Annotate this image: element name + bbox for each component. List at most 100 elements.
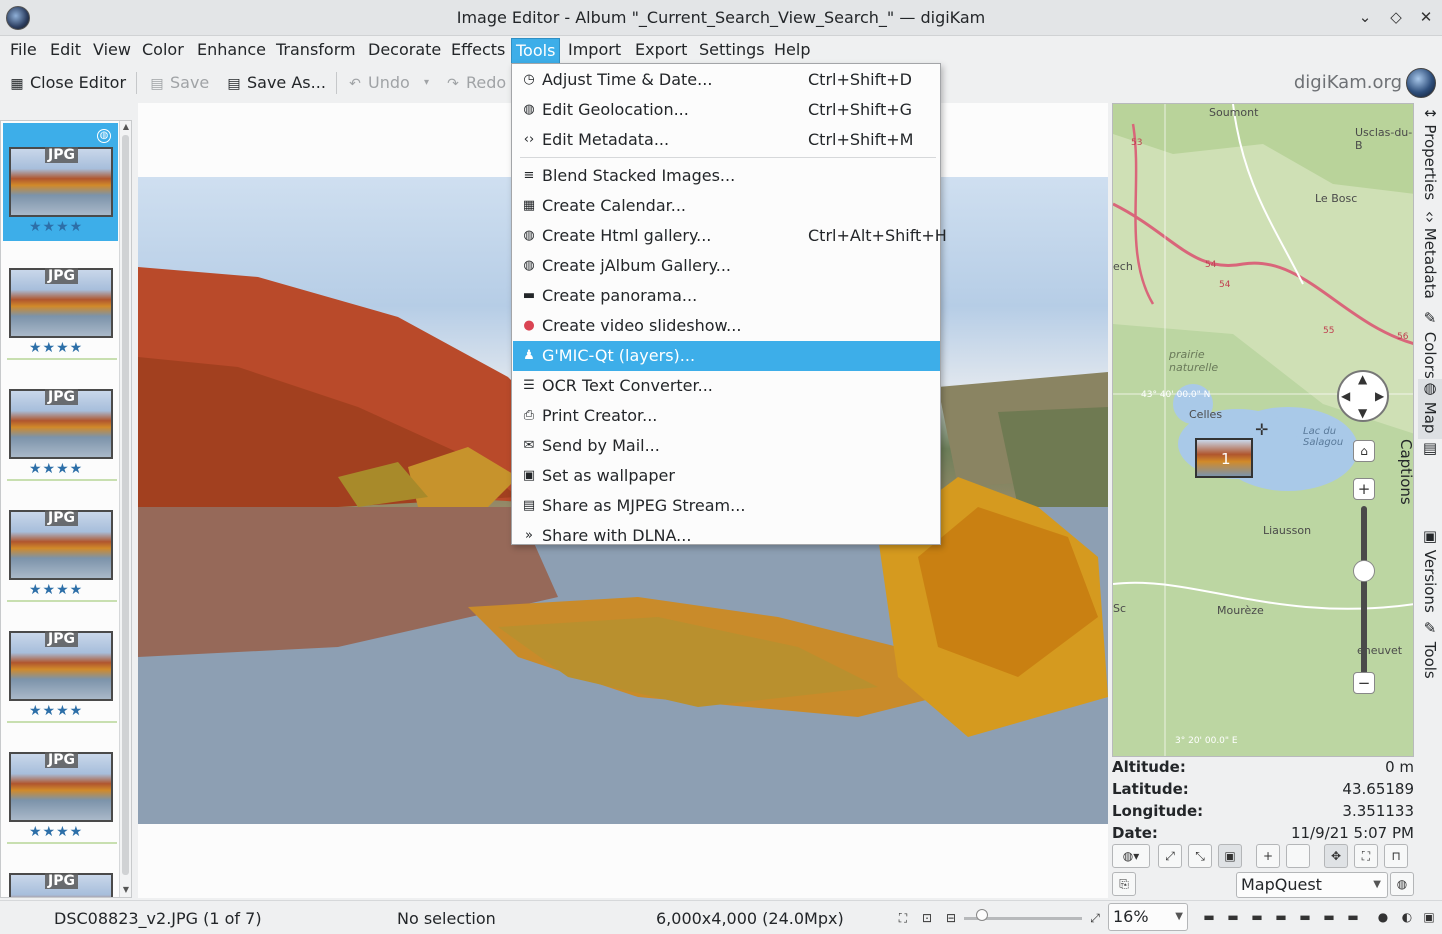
map-zoom-track[interactable] [1361,506,1367,676]
tools-menu-item[interactable]: ◷ Adjust Time & Date... Ctrl+Shift+D [513,65,940,95]
menu-file[interactable]: File [6,38,41,64]
view-mode-2-icon[interactable]: ▬ [1224,908,1242,926]
tools-menu-item[interactable]: ● Create video slideshow... [513,311,940,341]
digikam-logo-icon[interactable] [1406,68,1436,98]
photo-marker[interactable]: 1 [1195,438,1253,478]
lock-icon[interactable]: ⊓ [1384,844,1408,868]
rating-stars[interactable]: ★★★★ [29,340,83,356]
pan-right-icon[interactable]: ▶ [1375,389,1384,403]
tools-menu-item[interactable]: ▦ Create Calendar... [513,191,940,221]
map-home-icon[interactable]: ⌂ [1353,440,1375,462]
menu-color[interactable]: Color [138,38,188,64]
thumbnail-item[interactable]: JPG [3,849,118,897]
view-mode-4-icon[interactable]: ▬ [1272,908,1290,926]
map-zoom-in-button[interactable]: + [1353,478,1375,500]
rating-stars[interactable]: ★★★★ [29,703,83,719]
scrollbar-handle[interactable] [122,135,129,875]
tab-colors[interactable]: ✎ Colors [1418,309,1442,379]
rating-stars[interactable]: ★★★★ [29,824,83,840]
close-editor-button[interactable]: ▦ Close Editor [8,72,126,96]
add-marker-icon[interactable]: + [1256,844,1280,868]
color-managed-icon[interactable]: ▣ [1420,908,1438,926]
overexposure-icon[interactable]: ◐ [1398,908,1416,926]
tools-menu-popup[interactable]: ◷ Adjust Time & Date... Ctrl+Shift+D ◍ Edit … [511,63,947,545]
zoom-level-select[interactable]: 16% ▼ [1108,903,1188,931]
tools-menu-item[interactable]: ✉ Send by Mail... [513,431,940,461]
thumbnail-item[interactable]: JPG ★★★★ [3,607,118,725]
tools-menu-item[interactable]: ⎙ Print Creator... [513,401,940,431]
pan-down-icon[interactable]: ▼ [1358,406,1367,420]
menu-settings[interactable]: Settings [695,38,769,64]
maximize-icon[interactable]: ◇ [1387,8,1405,26]
menu-edit[interactable]: Edit [46,38,85,64]
tab-properties[interactable]: ↕ Properties [1418,107,1442,211]
rating-stars[interactable]: ★★★★ [29,582,83,598]
show-thumbnails-icon[interactable]: ▣ [1218,844,1242,868]
view-mode-6-icon[interactable]: ▬ [1320,908,1338,926]
tab-captions[interactable]: ▤ Captions [1397,439,1442,527]
redo-button[interactable]: ↷ Redo [444,72,506,96]
thumbnail-item[interactable]: JPG ★★★★ [3,486,118,604]
tab-versions[interactable]: ▣ Versions [1418,527,1442,619]
select-region-icon[interactable]: ⛶ [1354,844,1378,868]
scroll-down-icon[interactable]: ▼ [121,885,131,894]
pan-up-icon[interactable]: ▲ [1358,372,1367,386]
thumbnail-strip[interactable]: JPG ★★★★ ◍ JPG ★★★★ JPG ★★★★ JPG ★★★★ JPG ★★★★ JPG ★… [0,120,132,898]
menu-decorate[interactable]: Decorate [364,38,445,64]
underexposure-icon[interactable]: ● [1374,908,1392,926]
zoom-out-icon[interactable]: ⊟ [942,909,960,927]
map-source-select[interactable]: MapQuest ▼ [1236,872,1388,898]
menu-help[interactable]: Help [770,38,814,64]
tools-menu-item[interactable]: ◍ Create Html gallery... Ctrl+Alt+Shift+H [513,221,946,251]
menu-import[interactable]: Import [564,38,625,64]
save-as-button[interactable]: ▤ Save As... [225,72,326,96]
copy-coordinates-icon[interactable]: ⎘ [1112,872,1136,896]
blank-tool-icon[interactable] [1286,844,1310,868]
menu-tools[interactable]: Tools [511,38,561,64]
view-mode-3-icon[interactable]: ▬ [1248,908,1266,926]
map-globe-dropdown-icon[interactable]: ◍▾ [1112,844,1150,868]
thumbnail-item[interactable]: JPG ★★★★ [3,728,118,846]
map-pan-control[interactable]: ▲ ▼ ◀ ▶ [1337,370,1389,422]
zoom-fit-icon[interactable]: ⛶ [894,909,912,927]
zoom-to-selection-icon[interactable]: ⤡ [1188,844,1212,868]
tools-menu-item[interactable]: ♟ G'MIC-Qt (layers)... [513,341,940,371]
thumbnail-item[interactable]: JPG ★★★★ ◍ [3,123,118,241]
map-zoom-out-button[interactable]: − [1353,672,1375,694]
thumbnail-item[interactable]: JPG ★★★★ [3,365,118,483]
zoom-to-fit-icon[interactable]: ⤢ [1158,844,1182,868]
map-settings-icon[interactable]: ◍ [1390,872,1414,896]
view-mode-1-icon[interactable]: ▬ [1200,908,1218,926]
map-view[interactable]: Soumont Usclas-du-B Le Bosc ech prairie … [1112,103,1414,757]
undo-button[interactable]: ↶ Undo [346,72,410,96]
brand-text[interactable]: digiKam.org [1294,72,1402,93]
tab-tools[interactable]: ✎ Tools [1418,619,1442,683]
tools-menu-item[interactable]: ▣ Set as wallpaper [513,461,940,491]
menu-enhance[interactable]: Enhance [193,38,270,64]
menu-view[interactable]: View [89,38,135,64]
rating-stars[interactable]: ★★★★ [29,219,83,235]
zoom-in-icon[interactable]: ⤢ [1086,909,1104,927]
tools-menu-item[interactable]: ◍ Edit Geolocation... Ctrl+Shift+G [513,95,940,125]
close-icon[interactable]: ✕ [1417,8,1435,26]
save-button[interactable]: ▤ Save [148,72,209,96]
view-mode-7-icon[interactable]: ▬ [1344,908,1362,926]
thumbnail-item[interactable]: JPG ★★★★ [3,244,118,362]
tab-metadata[interactable]: ‹› Metadata [1418,211,1442,309]
undo-dropdown-icon[interactable]: ▾ [424,72,429,96]
map-zoom-handle[interactable] [1353,560,1375,582]
tools-menu-item[interactable]: ☰ OCR Text Converter... [513,371,940,401]
tools-menu-item[interactable]: ◍ Create jAlbum Gallery... [513,251,940,281]
menu-effects[interactable]: Effects [447,38,509,64]
view-mode-5-icon[interactable]: ▬ [1296,908,1314,926]
tools-menu-item[interactable]: ▬ Create panorama... [513,281,940,311]
tools-menu-item[interactable]: » Share with DLNA... [513,521,940,551]
tools-menu-item[interactable]: ≡ Blend Stacked Images... [513,161,940,191]
tools-menu-item[interactable]: ▤ Share as MJPEG Stream... [513,491,940,521]
tab-map[interactable]: ◍ Map [1418,379,1442,439]
scroll-up-icon[interactable]: ▲ [121,122,131,131]
tools-menu-item[interactable]: ‹› Edit Metadata... Ctrl+Shift+M [513,125,940,155]
menu-transform[interactable]: Transform [272,38,360,64]
menu-export[interactable]: Export [631,38,691,64]
zoom-slider-handle[interactable] [976,909,988,921]
